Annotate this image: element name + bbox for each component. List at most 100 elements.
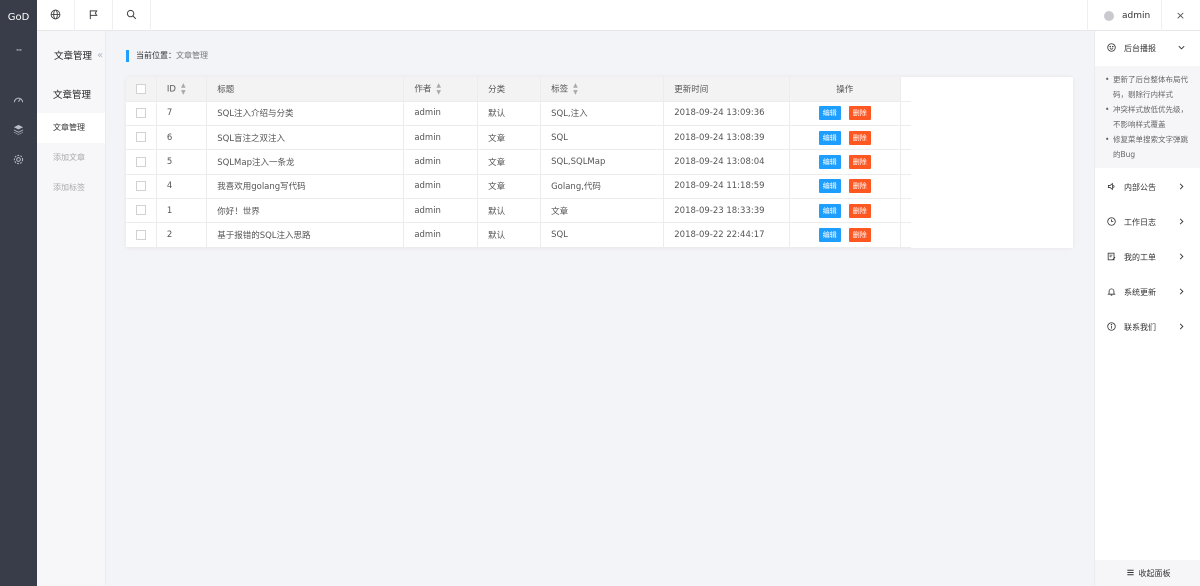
- breadcrumb-label: 当前位置：: [136, 51, 176, 60]
- search-icon: [126, 9, 137, 23]
- table-row[interactable]: 6 SQL盲注之双注入 admin 文章 SQL 2018-09-24 13:08:39 编…: [126, 125, 911, 151]
- ticket-icon: [1107, 252, 1124, 263]
- report-note: 更新了后台整体布局代码，剔除行内样式: [1105, 72, 1192, 102]
- close-button[interactable]: ×: [1161, 0, 1199, 31]
- collapse-menu-icon[interactable]: «: [97, 50, 103, 61]
- row-checkbox[interactable]: [135, 108, 146, 119]
- submenu-title: 文章管理: [54, 51, 93, 62]
- cell-updated: 2018-09-24 13:08:04: [663, 149, 790, 175]
- cell-tags: Golang,代码: [540, 174, 665, 199]
- cell-category: 文章: [477, 174, 542, 199]
- column-actions: 操作: [789, 77, 902, 102]
- panel-section-4[interactable]: 系统更新: [1095, 275, 1200, 310]
- submenu-item-add-article[interactable]: 添加文章: [37, 143, 105, 173]
- edit-button[interactable]: 编辑: [818, 179, 841, 194]
- cell-updated: 2018-09-22 22:44:17: [663, 222, 790, 248]
- cell-title: SQL注入介绍与分类: [206, 101, 405, 127]
- submenu-item-article-manage[interactable]: 文章管理: [37, 113, 105, 143]
- column-tags[interactable]: 标签 ▲ ▼: [540, 77, 665, 102]
- row-checkbox[interactable]: [135, 156, 146, 167]
- cell-category: 文章: [477, 149, 542, 175]
- cell-actions: 编辑 删除: [789, 222, 902, 248]
- report-note: 冲突样式放低优先级，不影响样式覆盖: [1105, 102, 1192, 132]
- column-label: ID: [166, 84, 176, 95]
- row-checkbox[interactable]: [135, 205, 146, 216]
- layers-icon: [13, 124, 24, 138]
- rail-item-dashboard[interactable]: [0, 86, 37, 116]
- cell-category: 文章: [477, 125, 542, 151]
- row-checkbox[interactable]: [135, 181, 146, 192]
- more-menu[interactable]: ···: [0, 36, 37, 66]
- row-checkbox-cell: [126, 125, 157, 151]
- panel-section-label: 我的工单: [1124, 253, 1156, 262]
- cell-tags: SQL: [540, 125, 665, 151]
- column-label: 标题: [217, 84, 235, 95]
- edit-button[interactable]: 编辑: [818, 227, 841, 242]
- collapse-panel-label: 收起面板: [1138, 568, 1171, 578]
- select-all-checkbox[interactable]: [135, 83, 146, 94]
- app-logo[interactable]: GoD: [0, 0, 37, 36]
- globe-button[interactable]: [37, 0, 75, 31]
- edit-button[interactable]: 编辑: [818, 203, 841, 218]
- breadcrumb-current[interactable]: 文章管理: [176, 51, 208, 60]
- cell-updated: 2018-09-23 18:33:39: [663, 198, 790, 224]
- table-row[interactable]: 5 SQLMap注入一条龙 admin 文章 SQL,SQLMap 2018-09-24 …: [126, 149, 911, 175]
- flag-button[interactable]: [75, 0, 113, 31]
- edit-button[interactable]: 编辑: [818, 155, 841, 170]
- search-button[interactable]: [113, 0, 151, 31]
- delete-button[interactable]: 删除: [848, 106, 871, 121]
- sort-icon[interactable]: ▲ ▼: [573, 82, 578, 96]
- sort-icon[interactable]: ▲ ▼: [436, 82, 441, 96]
- submenu-item-add-tag[interactable]: 添加标签: [37, 173, 105, 203]
- report-note: 修复菜单搜索文字弹跳的Bug: [1105, 132, 1192, 162]
- cell-author: admin: [403, 198, 479, 224]
- row-checkbox[interactable]: [135, 132, 146, 143]
- edit-button[interactable]: 编辑: [818, 106, 841, 121]
- row-checkbox[interactable]: [135, 229, 146, 240]
- edit-button[interactable]: 编辑: [818, 130, 841, 145]
- delete-button[interactable]: 删除: [848, 227, 871, 242]
- delete-button[interactable]: 删除: [848, 130, 871, 145]
- delete-button[interactable]: 删除: [848, 179, 871, 194]
- cell-id: 5: [156, 149, 208, 175]
- cell-author: admin: [403, 101, 479, 127]
- secondary-menu: 文章管理 « 文章管理 文章管理 添加文章 添加标签: [37, 31, 106, 586]
- rail-item-layers[interactable]: [0, 116, 37, 146]
- report-section-header[interactable]: 后台播报: [1095, 31, 1200, 66]
- panel-section-label: 联系我们: [1124, 323, 1156, 332]
- panel-section-1[interactable]: 内部公告: [1095, 170, 1200, 205]
- submenu-group-title[interactable]: 文章管理: [37, 79, 105, 113]
- rail-item-settings[interactable]: [0, 146, 37, 176]
- column-updated: 更新时间: [663, 77, 790, 102]
- more-label: ···: [15, 46, 23, 56]
- cell-title: 你好！世界: [206, 198, 405, 224]
- speaker-icon: [1107, 182, 1124, 193]
- cell-updated: 2018-09-24 13:09:36: [663, 101, 790, 127]
- delete-button[interactable]: 删除: [848, 203, 871, 218]
- cell-title: 我喜欢用golang写代码: [206, 174, 405, 199]
- sort-icon[interactable]: ▲ ▼: [181, 82, 186, 96]
- column-id[interactable]: ID ▲ ▼: [156, 77, 208, 102]
- panel-section-3[interactable]: 我的工单: [1095, 240, 1200, 275]
- cell-actions: 编辑 删除: [789, 101, 902, 127]
- cell-title: SQLMap注入一条龙: [206, 149, 405, 175]
- left-rail: GoD ···: [0, 0, 37, 586]
- delete-button[interactable]: 删除: [848, 155, 871, 170]
- clock-icon: [1107, 217, 1124, 228]
- cell-updated: 2018-09-24 11:18:59: [663, 174, 790, 199]
- cell-category: 默认: [477, 198, 542, 224]
- cell-tags: SQL,注入: [540, 101, 665, 127]
- panel-section-2[interactable]: 工作日志: [1095, 205, 1200, 240]
- collapse-panel-button[interactable]: 收起面板: [1095, 560, 1200, 586]
- user-menu[interactable]: admin ×: [1087, 0, 1199, 31]
- table-row[interactable]: 1 你好！世界 admin 默认 文章 2018-09-23 18:33:39 编辑 删除: [126, 198, 911, 224]
- dashboard-icon: [13, 94, 24, 108]
- table-row[interactable]: 7 SQL注入介绍与分类 admin 默认 SQL,注入 2018-09-24 13:09…: [126, 101, 911, 127]
- panel-section-5[interactable]: 联系我们: [1095, 310, 1200, 345]
- table-row[interactable]: 2 基于报错的SQL注入思路 admin 默认 SQL 2018-09-22 22:44:…: [126, 222, 911, 248]
- cell-actions: 编辑 删除: [789, 125, 902, 151]
- cell-tags: SQL: [540, 222, 665, 248]
- table-row[interactable]: 4 我喜欢用golang写代码 admin 文章 Golang,代码 2018-09-24…: [126, 174, 911, 199]
- column-author[interactable]: 作者 ▲ ▼: [403, 77, 479, 102]
- right-panel: 后台播报 更新了后台整体布局代码，剔除行内样式冲突样式放低优先级，不影响样式覆盖…: [1094, 31, 1200, 586]
